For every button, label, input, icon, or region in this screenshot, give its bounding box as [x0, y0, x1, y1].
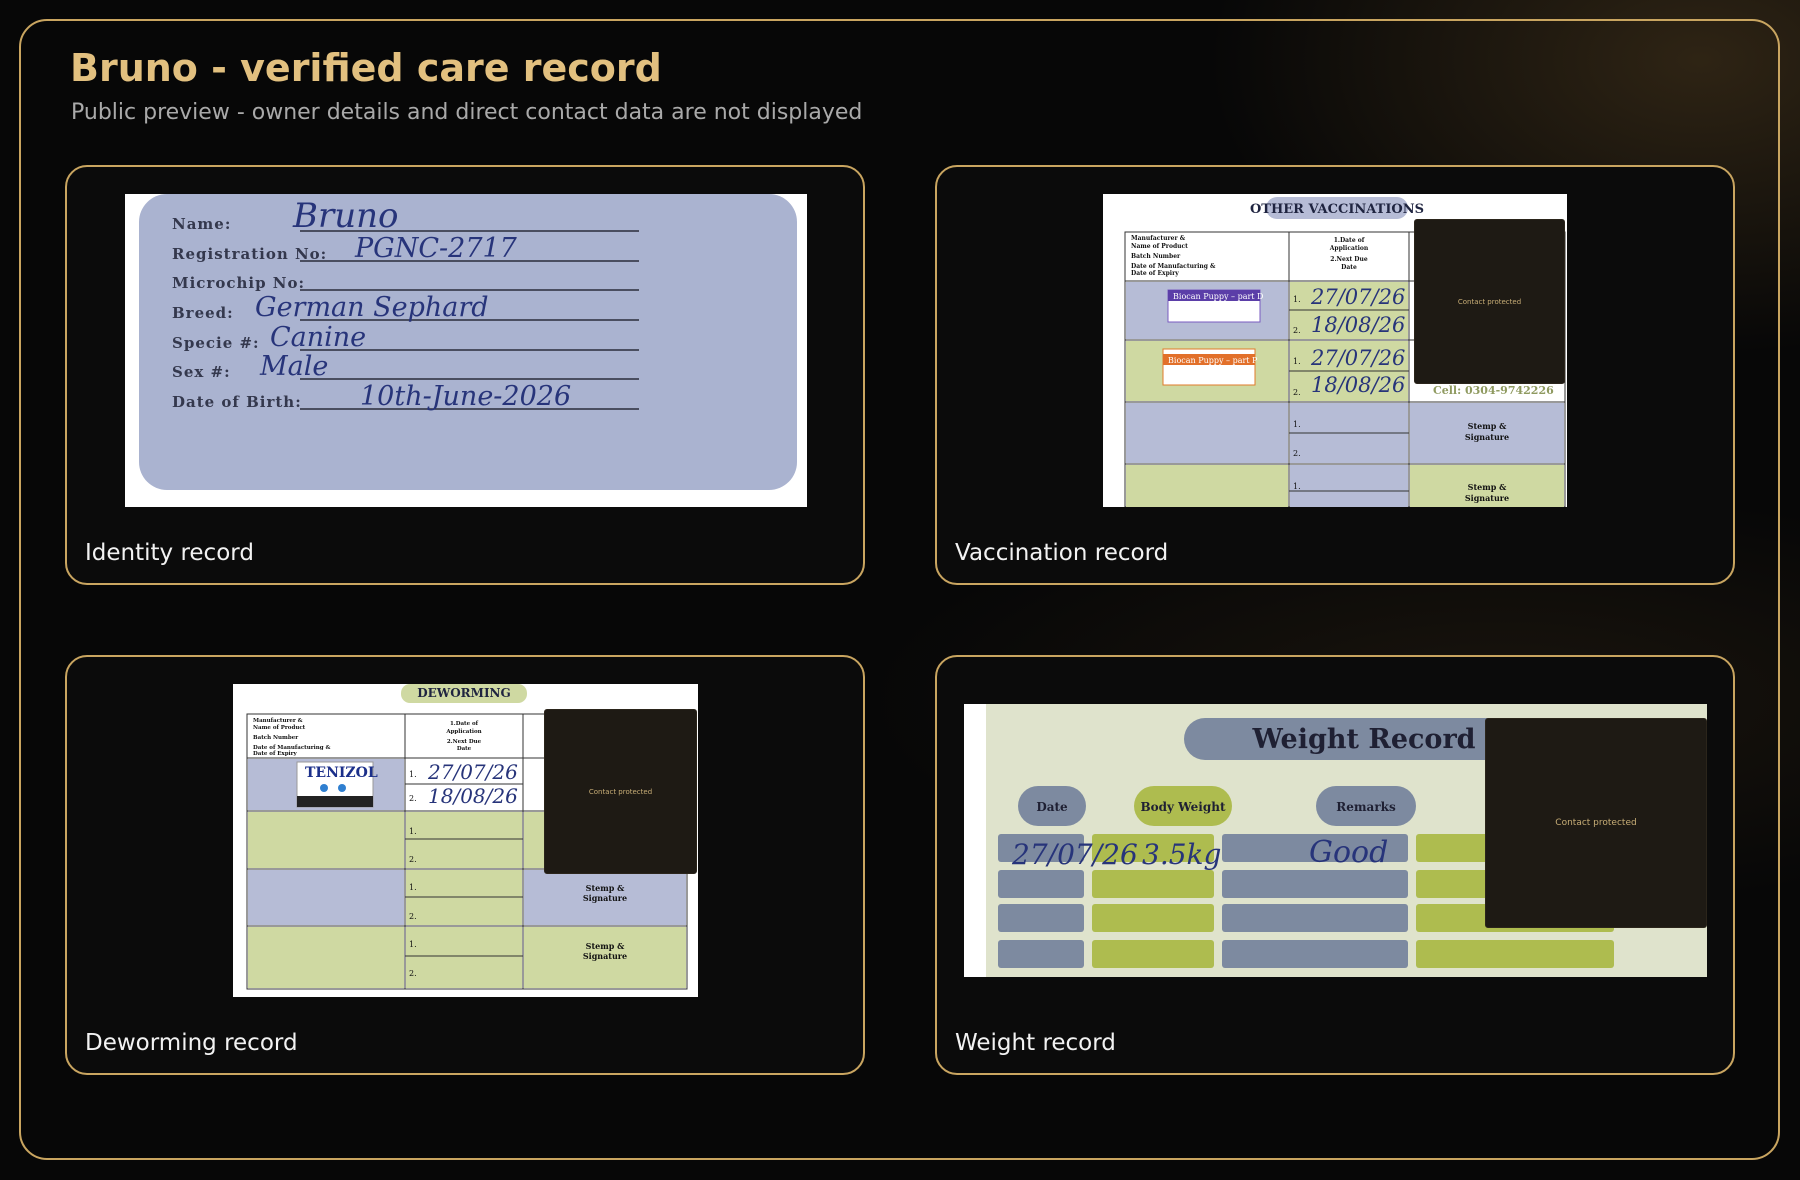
svg-text:Stemp &: Stemp & [1468, 421, 1507, 431]
svg-text:Stemp &: Stemp & [586, 883, 625, 893]
weight-card[interactable]: Weight Record Date Body Weight Remarks 2… [935, 655, 1735, 1075]
page-title: Bruno - verified care record [70, 46, 662, 90]
svg-text:1.: 1. [409, 827, 417, 836]
weight-entry-weight: 3.5kg [1142, 838, 1221, 871]
identity-field-key: Specie #: [172, 334, 260, 352]
svg-text:2.: 2. [409, 912, 417, 921]
vax-date-2: 18/08/26 [1311, 313, 1405, 337]
svg-text:Date of Expiry: Date of Expiry [1131, 270, 1179, 277]
vaccination-record-label: Vaccination record [955, 540, 1169, 566]
deworming-product: TENIZOL [305, 765, 378, 781]
identity-document-image: Name: Bruno Registration No: PGNC-2717 Micro… [125, 194, 807, 507]
deworm-date-2: 18/08/26 [428, 784, 518, 808]
vaccination-sticker-1: Biocan Puppy – part D [1173, 292, 1263, 301]
weight-document-image: Weight Record Date Body Weight Remarks 2… [964, 704, 1707, 977]
svg-text:2.: 2. [409, 969, 417, 978]
svg-text:Batch Number: Batch Number [253, 735, 298, 741]
vaccination-heading: OTHER VACCINATIONS [1250, 202, 1424, 217]
svg-text:2.Next Due: 2.Next Due [1330, 256, 1368, 263]
svg-text:1.: 1. [409, 883, 417, 892]
weight-entry-date: 27/07/26 [1011, 838, 1138, 871]
weight-entry-remark: Good [1309, 835, 1388, 870]
svg-text:1.Date of: 1.Date of [1334, 237, 1365, 244]
deworm-date-1: 27/07/26 [427, 760, 518, 784]
identity-field-key: Name: [172, 215, 231, 233]
deworming-document-image: DEWORMING Manufacturer & Name of Product B… [233, 684, 698, 997]
deworming-card[interactable]: DEWORMING Manufacturer & Name of Product B… [65, 655, 865, 1075]
contact-protected-overlay: Contact protected [1414, 219, 1565, 384]
svg-text:Name of Product: Name of Product [1131, 243, 1188, 250]
svg-text:Date: Date [457, 746, 472, 752]
vax-date-1: 27/07/26 [1310, 285, 1405, 309]
svg-text:2.: 2. [1293, 326, 1301, 335]
svg-text:2.: 2. [1293, 388, 1301, 397]
deworming-record-label: Deworming record [85, 1030, 298, 1056]
svg-text:1.: 1. [409, 770, 417, 779]
svg-text:Manufacturer &: Manufacturer & [253, 718, 303, 724]
svg-text:Signature: Signature [583, 893, 627, 903]
identity-field-value: Male [259, 351, 328, 382]
identity-card[interactable]: Name: Bruno Registration No: PGNC-2717 Micro… [65, 165, 865, 585]
svg-text:2.: 2. [1293, 449, 1301, 458]
identity-field-key: Sex #: [172, 363, 231, 381]
identity-field-value: PGNC-2717 [354, 233, 518, 264]
svg-text:1.: 1. [1293, 295, 1301, 304]
identity-field-key: Date of Birth: [172, 393, 302, 411]
weight-col-date: Date [1036, 800, 1068, 814]
vax-date-3: 27/07/26 [1310, 346, 1405, 370]
vaccination-cell: Cell: 0304-9742226 [1433, 384, 1554, 397]
svg-text:1.: 1. [1293, 482, 1301, 491]
weight-heading: Weight Record [1251, 724, 1475, 755]
svg-text:1.: 1. [409, 940, 417, 949]
svg-text:Stemp &: Stemp & [586, 941, 625, 951]
svg-text:1.: 1. [1293, 357, 1301, 366]
svg-text:Signature: Signature [583, 951, 627, 961]
svg-text:Stemp &: Stemp & [1468, 482, 1507, 492]
svg-text:1.: 1. [1293, 420, 1301, 429]
page-subtitle: Public preview - owner details and direc… [71, 100, 863, 125]
svg-text:2.Next Due: 2.Next Due [447, 739, 482, 745]
vax-date-4: 18/08/26 [1311, 373, 1405, 397]
weight-col-body-weight: Body Weight [1140, 800, 1225, 814]
identity-field-value: Bruno [292, 196, 399, 236]
identity-field-value: 10th-June-2026 [360, 381, 571, 412]
identity-field-key: Breed: [172, 304, 234, 322]
vaccination-card[interactable]: OTHER VACCINATIONS Manufacturer & Name of… [935, 165, 1735, 585]
svg-text:Date of Expiry: Date of Expiry [253, 751, 298, 757]
deworming-heading: DEWORMING [417, 686, 511, 700]
vaccination-sticker-2: Biocan Puppy – part P [1168, 356, 1258, 365]
identity-field-value: German Sephard [255, 292, 489, 323]
svg-text:2.: 2. [409, 794, 417, 803]
svg-text:Date: Date [1341, 264, 1357, 271]
vaccination-document-image: OTHER VACCINATIONS Manufacturer & Name of… [1103, 194, 1567, 507]
weight-col-remarks: Remarks [1336, 800, 1396, 814]
svg-text:Signature: Signature [1465, 432, 1509, 442]
svg-text:Application: Application [445, 729, 481, 735]
svg-text:2.: 2. [409, 855, 417, 864]
svg-text:Date of Manufacturing &: Date of Manufacturing & [1131, 263, 1216, 270]
weight-record-label: Weight record [955, 1030, 1116, 1056]
svg-text:Batch Number: Batch Number [1131, 253, 1181, 260]
svg-text:Application: Application [1329, 245, 1369, 252]
contact-protected-overlay: Contact protected [544, 709, 697, 874]
svg-text:Name of Product: Name of Product [253, 725, 306, 731]
svg-text:Manufacturer &: Manufacturer & [1131, 235, 1186, 242]
identity-field-value: Canine [270, 322, 366, 353]
svg-text:Signature: Signature [1465, 493, 1509, 503]
identity-record-label: Identity record [85, 540, 254, 566]
contact-protected-overlay: Contact protected [1485, 718, 1707, 928]
svg-text:1.Date of: 1.Date of [450, 721, 479, 727]
identity-field-key: Microchip No: [172, 274, 305, 292]
